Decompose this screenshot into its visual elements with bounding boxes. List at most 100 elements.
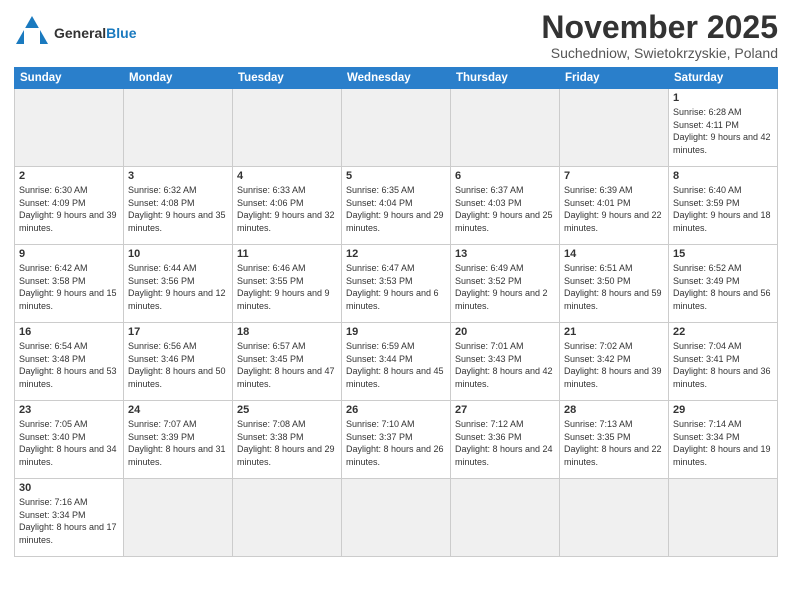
cell-info: Sunrise: 6:47 AM Sunset: 3:53 PM Dayligh… — [346, 262, 446, 312]
cell-date: 7 — [564, 170, 664, 182]
table-row: 13 Sunrise: 6:49 AM Sunset: 3:52 PM Dayli… — [451, 245, 560, 323]
cell-date: 13 — [455, 248, 555, 260]
cell-info: Sunrise: 7:10 AM Sunset: 3:37 PM Dayligh… — [346, 418, 446, 468]
cell-info: Sunrise: 6:28 AM Sunset: 4:11 PM Dayligh… — [673, 106, 773, 156]
cell-date: 26 — [346, 404, 446, 416]
cell-date: 30 — [19, 482, 119, 494]
cell-info: Sunrise: 7:08 AM Sunset: 3:38 PM Dayligh… — [237, 418, 337, 468]
cell-date: 24 — [128, 404, 228, 416]
cell-info: Sunrise: 6:30 AM Sunset: 4:09 PM Dayligh… — [19, 184, 119, 234]
cell-info: Sunrise: 6:40 AM Sunset: 3:59 PM Dayligh… — [673, 184, 773, 234]
table-row: 29 Sunrise: 7:14 AM Sunset: 3:34 PM Dayli… — [669, 401, 778, 479]
title-block: November 2025 Suchedniow, Swietokrzyskie… — [541, 10, 778, 61]
cell-date: 21 — [564, 326, 664, 338]
table-row: 22Sunrise: 7:04 AM Sunset: 3:41 PM Dayli… — [669, 323, 778, 401]
cell-date: 8 — [673, 170, 773, 182]
cell-date: 19 — [346, 326, 446, 338]
cell-date: 18 — [237, 326, 337, 338]
page-header: GeneralBlue November 2025 Suchedniow, Sw… — [14, 10, 778, 61]
table-row — [342, 479, 451, 557]
table-row: 10 Sunrise: 6:44 AM Sunset: 3:56 PM Dayli… — [124, 245, 233, 323]
table-row — [669, 479, 778, 557]
cell-info: Sunrise: 7:12 AM Sunset: 3:36 PM Dayligh… — [455, 418, 555, 468]
table-row: 20Sunrise: 7:01 AM Sunset: 3:43 PM Dayli… — [451, 323, 560, 401]
table-row — [560, 479, 669, 557]
cell-info: Sunrise: 7:16 AM Sunset: 3:34 PM Dayligh… — [19, 496, 119, 546]
table-row — [124, 89, 233, 167]
cell-date: 12 — [346, 248, 446, 260]
table-row: 2 Sunrise: 6:30 AM Sunset: 4:09 PM Daylig… — [15, 167, 124, 245]
cell-date: 4 — [237, 170, 337, 182]
table-row — [342, 89, 451, 167]
col-sunday: Sunday — [15, 68, 124, 89]
cell-date: 10 — [128, 248, 228, 260]
col-friday: Friday — [560, 68, 669, 89]
cell-date: 17 — [128, 326, 228, 338]
table-row: 11 Sunrise: 6:46 AM Sunset: 3:55 PM Dayli… — [233, 245, 342, 323]
table-row — [233, 89, 342, 167]
cell-date: 2 — [19, 170, 119, 182]
cell-info: Sunrise: 6:33 AM Sunset: 4:06 PM Dayligh… — [237, 184, 337, 234]
table-row: 16 Sunrise: 6:54 AM Sunset: 3:48 PM Dayli… — [15, 323, 124, 401]
table-row — [233, 479, 342, 557]
cell-date: 9 — [19, 248, 119, 260]
table-row: 9Sunrise: 6:42 AM Sunset: 3:58 PM Daylig… — [15, 245, 124, 323]
calendar-page: GeneralBlue November 2025 Suchedniow, Sw… — [0, 0, 792, 612]
table-row: 28 Sunrise: 7:13 AM Sunset: 3:35 PM Dayli… — [560, 401, 669, 479]
table-row: 25 Sunrise: 7:08 AM Sunset: 3:38 PM Dayli… — [233, 401, 342, 479]
cell-date: 1 — [673, 92, 773, 104]
cell-info: Sunrise: 6:56 AM Sunset: 3:46 PM Dayligh… — [128, 340, 228, 390]
logo: GeneralBlue — [14, 14, 136, 51]
table-row — [124, 479, 233, 557]
table-row: 27Sunrise: 7:12 AM Sunset: 3:36 PM Dayli… — [451, 401, 560, 479]
cell-date: 22 — [673, 326, 773, 338]
logo-text: GeneralBlue — [54, 25, 136, 41]
table-row: 18 Sunrise: 6:57 AM Sunset: 3:45 PM Dayli… — [233, 323, 342, 401]
cell-info: Sunrise: 6:32 AM Sunset: 4:08 PM Dayligh… — [128, 184, 228, 234]
table-row: 12 Sunrise: 6:47 AM Sunset: 3:53 PM Dayli… — [342, 245, 451, 323]
cell-info: Sunrise: 6:52 AM Sunset: 3:49 PM Dayligh… — [673, 262, 773, 312]
month-title: November 2025 — [541, 10, 778, 45]
calendar-table: Sunday Monday Tuesday Wednesday Thursday… — [14, 67, 778, 557]
cell-info: Sunrise: 6:59 AM Sunset: 3:44 PM Dayligh… — [346, 340, 446, 390]
col-monday: Monday — [124, 68, 233, 89]
cell-date: 29 — [673, 404, 773, 416]
cell-date: 5 — [346, 170, 446, 182]
table-row: 4 Sunrise: 6:33 AM Sunset: 4:06 PM Daylig… — [233, 167, 342, 245]
cell-info: Sunrise: 6:51 AM Sunset: 3:50 PM Dayligh… — [564, 262, 664, 312]
cell-info: Sunrise: 6:46 AM Sunset: 3:55 PM Dayligh… — [237, 262, 337, 312]
cell-date: 15 — [673, 248, 773, 260]
cell-date: 25 — [237, 404, 337, 416]
col-tuesday: Tuesday — [233, 68, 342, 89]
calendar-header: Sunday Monday Tuesday Wednesday Thursday… — [15, 68, 778, 89]
cell-info: Sunrise: 7:13 AM Sunset: 3:35 PM Dayligh… — [564, 418, 664, 468]
table-row: 8 Sunrise: 6:40 AM Sunset: 3:59 PM Daylig… — [669, 167, 778, 245]
cell-info: Sunrise: 6:35 AM Sunset: 4:04 PM Dayligh… — [346, 184, 446, 234]
cell-date: 6 — [455, 170, 555, 182]
logo-icon — [14, 14, 50, 51]
cell-info: Sunrise: 6:57 AM Sunset: 3:45 PM Dayligh… — [237, 340, 337, 390]
table-row: 1 Sunrise: 6:28 AM Sunset: 4:11 PM Daylig… — [669, 89, 778, 167]
cell-date: 28 — [564, 404, 664, 416]
table-row: 7 Sunrise: 6:39 AM Sunset: 4:01 PM Daylig… — [560, 167, 669, 245]
cell-date: 16 — [19, 326, 119, 338]
table-row — [451, 479, 560, 557]
cell-info: Sunrise: 6:39 AM Sunset: 4:01 PM Dayligh… — [564, 184, 664, 234]
cell-info: Sunrise: 7:07 AM Sunset: 3:39 PM Dayligh… — [128, 418, 228, 468]
cell-info: Sunrise: 6:44 AM Sunset: 3:56 PM Dayligh… — [128, 262, 228, 312]
cell-info: Sunrise: 6:49 AM Sunset: 3:52 PM Dayligh… — [455, 262, 555, 312]
cell-info: Sunrise: 7:02 AM Sunset: 3:42 PM Dayligh… — [564, 340, 664, 390]
cell-info: Sunrise: 7:05 AM Sunset: 3:40 PM Dayligh… — [19, 418, 119, 468]
cell-info: Sunrise: 7:14 AM Sunset: 3:34 PM Dayligh… — [673, 418, 773, 468]
table-row: 6Sunrise: 6:37 AM Sunset: 4:03 PM Daylig… — [451, 167, 560, 245]
cell-date: 11 — [237, 248, 337, 260]
table-row: 3 Sunrise: 6:32 AM Sunset: 4:08 PM Daylig… — [124, 167, 233, 245]
table-row: 30 Sunrise: 7:16 AM Sunset: 3:34 PM Dayli… — [15, 479, 124, 557]
table-row — [15, 89, 124, 167]
cell-info: Sunrise: 6:54 AM Sunset: 3:48 PM Dayligh… — [19, 340, 119, 390]
table-row: 17 Sunrise: 6:56 AM Sunset: 3:46 PM Dayli… — [124, 323, 233, 401]
cell-date: 3 — [128, 170, 228, 182]
col-thursday: Thursday — [451, 68, 560, 89]
table-row: 24 Sunrise: 7:07 AM Sunset: 3:39 PM Dayli… — [124, 401, 233, 479]
table-row: 26 Sunrise: 7:10 AM Sunset: 3:37 PM Dayli… — [342, 401, 451, 479]
